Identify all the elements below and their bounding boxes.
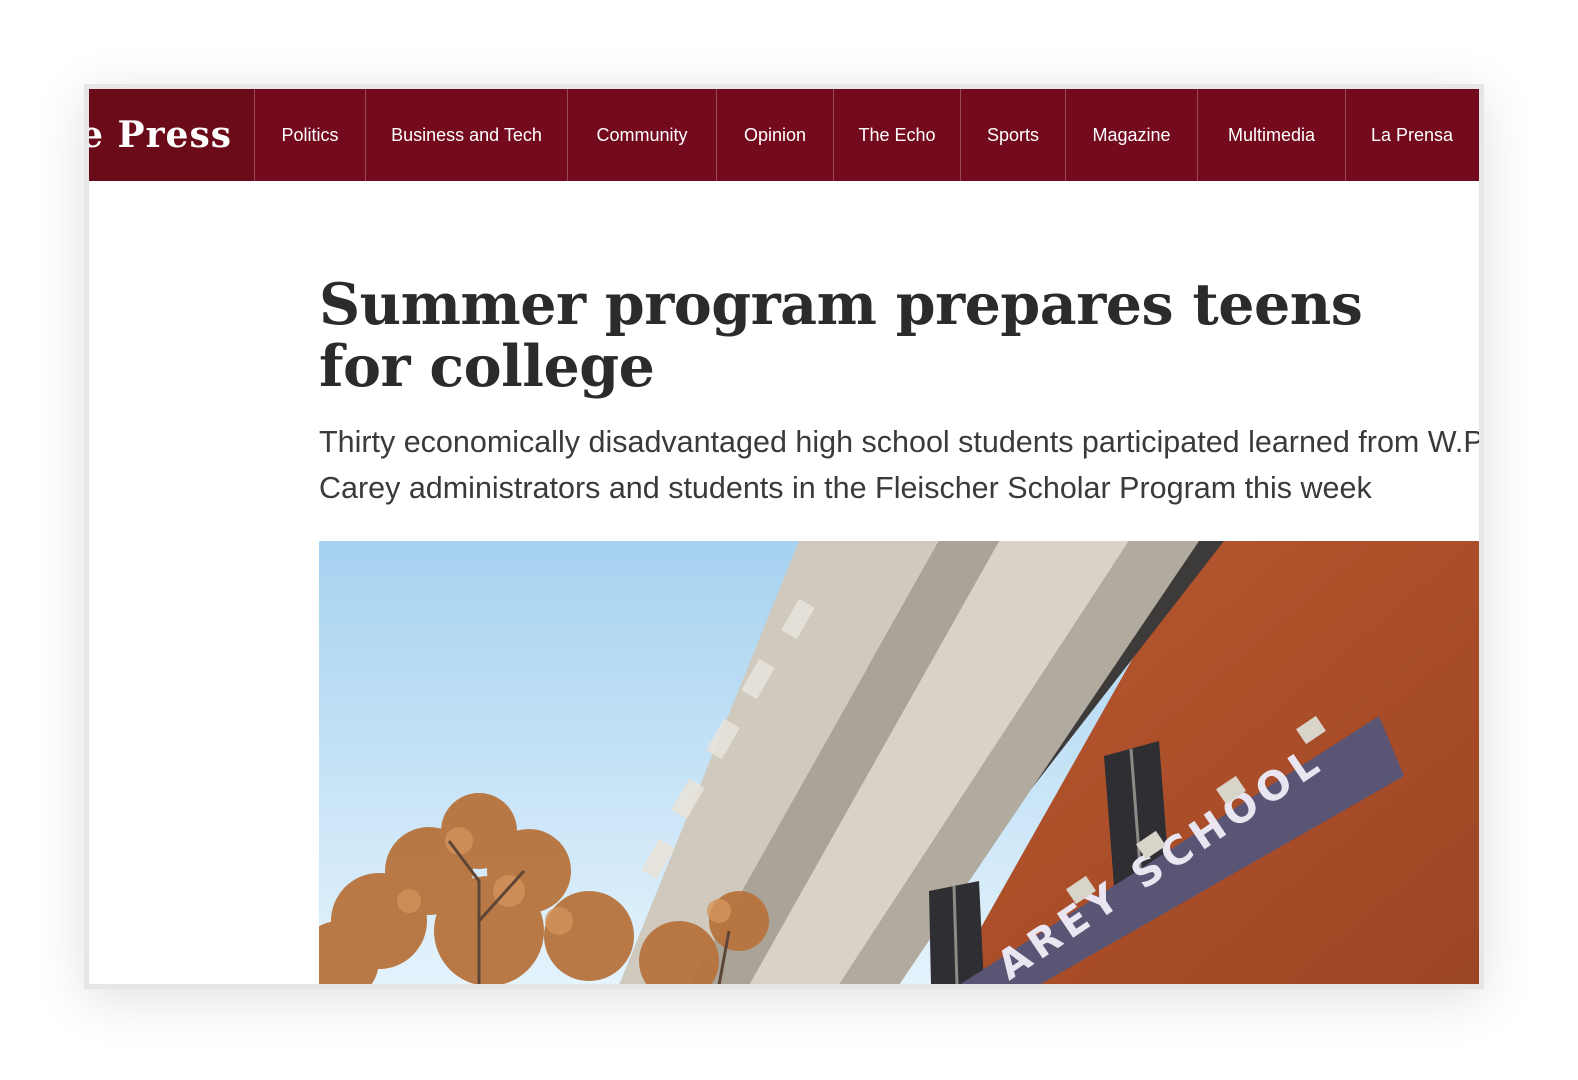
nav-item-la-prensa[interactable]: La Prensa (1346, 89, 1478, 181)
nav-item-magazine[interactable]: Magazine (1066, 89, 1198, 181)
article-subheadline: Thirty economically disadvantaged high s… (319, 425, 1484, 505)
nav-item-community[interactable]: Community (568, 89, 717, 181)
nav-item-sports[interactable]: Sports (961, 89, 1066, 181)
nav-item-politics[interactable]: Politics (255, 89, 366, 181)
article-hero-image: AREY SCHOOL (319, 541, 1479, 984)
nav-item-opinion[interactable]: Opinion (717, 89, 834, 181)
nav-item-the-echo[interactable]: The Echo (834, 89, 961, 181)
browser-frame: te Press Politics Business and Tech Comm… (84, 84, 1484, 989)
logo-text: te Press (89, 114, 232, 156)
site-navbar: te Press Politics Business and Tech Comm… (89, 89, 1479, 181)
nav-item-multimedia[interactable]: Multimedia (1198, 89, 1346, 181)
nav-item-business-and-tech[interactable]: Business and Tech (366, 89, 568, 181)
article-headline: Summer program prepares teens for colleg… (319, 271, 1363, 400)
site-logo[interactable]: te Press (89, 89, 255, 181)
